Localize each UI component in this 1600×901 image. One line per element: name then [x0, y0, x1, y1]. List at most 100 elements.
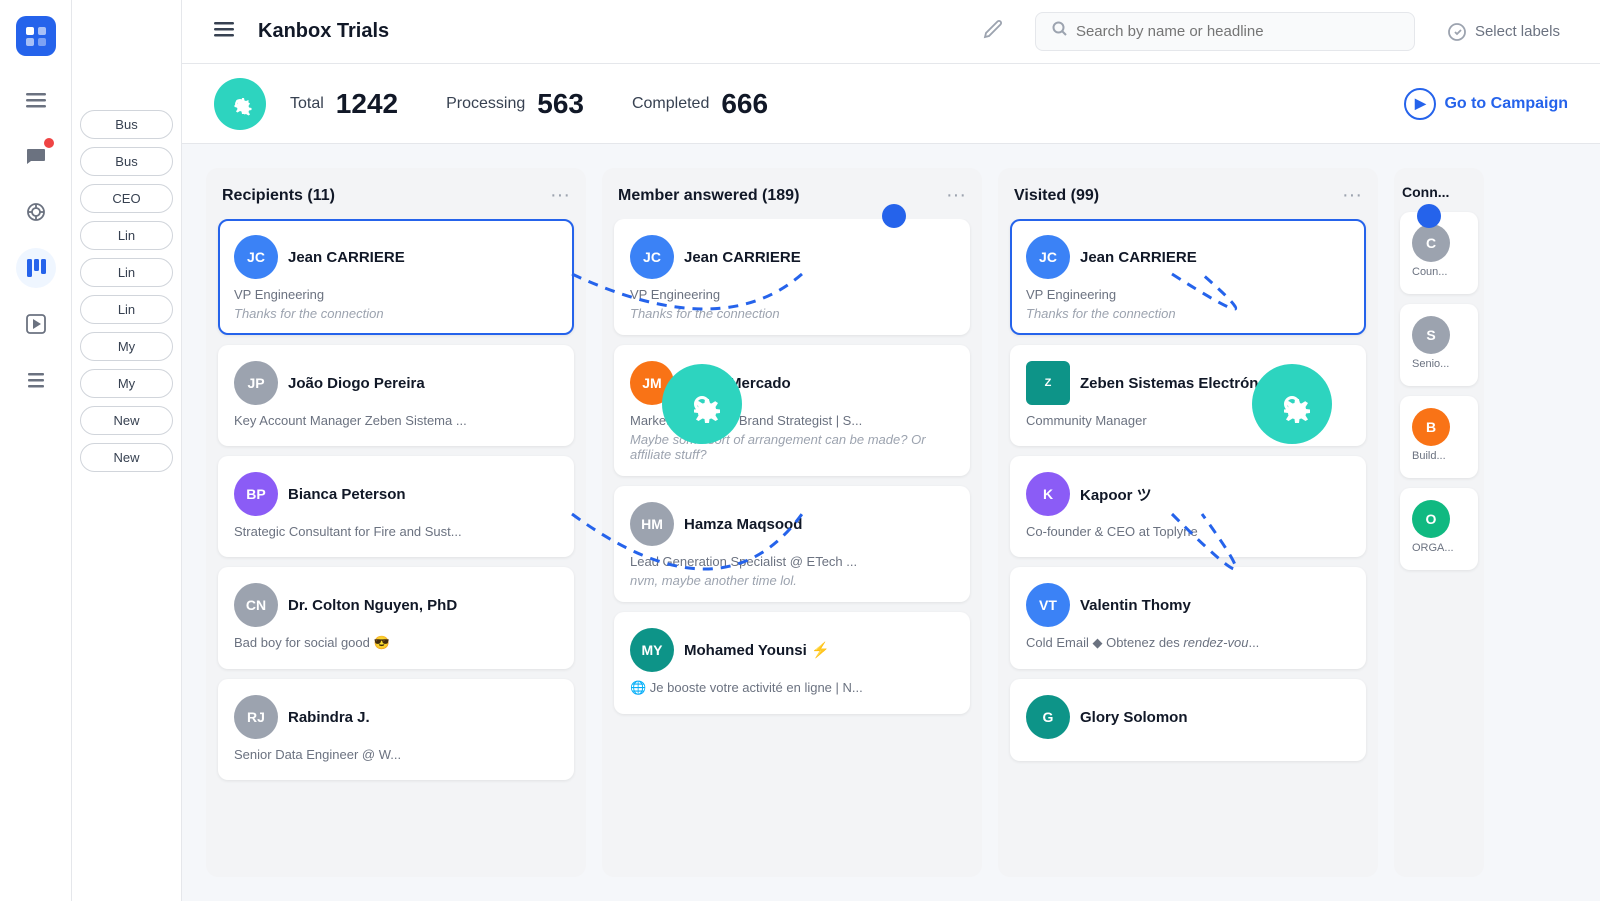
card-name-hamza: Hamza Maqsood [684, 516, 802, 533]
label-pill-my1[interactable]: My [80, 332, 173, 361]
card-name-jorge: Jorge Mercado [684, 375, 791, 392]
column-header-member-answered: Member answered (189) ··· [602, 168, 982, 219]
column-visited: Visited (99) ··· JC Jean CARRIERE VP Eng… [998, 168, 1378, 877]
card-subtitle-joao: Key Account Manager Zeben Sistema ... [234, 413, 558, 428]
card-zeben[interactable]: Z Zeben Sistemas Electrón... Community M… [1010, 345, 1366, 446]
card-jean-answered[interactable]: JC Jean CARRIERE VP Engineering Thanks f… [614, 219, 970, 335]
subtitle-conn-4: ORGA... [1412, 542, 1466, 554]
column-cards-recipients: JC Jean CARRIERE VP Engineering Thanks f… [206, 219, 586, 877]
card-conn-3[interactable]: B Build... [1400, 396, 1478, 478]
card-conn-1[interactable]: C Coun... [1400, 212, 1478, 294]
avatar-joao: JP [234, 361, 278, 405]
label-pill-lin3[interactable]: Lin [80, 295, 173, 324]
completed-label: Completed [632, 95, 709, 113]
label-pill-bus1[interactable]: Bus [80, 110, 173, 139]
card-msg-jean-recipients: Thanks for the connection [234, 306, 558, 321]
label-pill-bus2[interactable]: Bus [80, 147, 173, 176]
avatar-conn-4: O [1412, 500, 1450, 538]
card-name-mohamed: Mohamed Younsi ⚡ [684, 641, 830, 659]
card-conn-2[interactable]: S Senio... [1400, 304, 1478, 386]
search-input[interactable] [1076, 23, 1398, 40]
column-title-visited: Visited (99) [1014, 187, 1099, 205]
label-select-button[interactable]: Select labels [1431, 14, 1576, 50]
card-subtitle-valentin: Cold Email ◆ Obtenez des rendez-vou... [1026, 635, 1350, 651]
column-recipients: Recipients (11) ··· JC Jean CARRIERE VP … [206, 168, 586, 877]
avatar-bianca: BP [234, 472, 278, 516]
card-mohamed[interactable]: MY Mohamed Younsi ⚡ 🌐 Je booste votre ac… [614, 612, 970, 714]
card-subtitle-colton: Bad boy for social good 😎 [234, 635, 558, 651]
card-subtitle-bianca: Strategic Consultant for Fire and Sust..… [234, 524, 558, 539]
app-logo[interactable] [16, 16, 56, 56]
card-subtitle-kapoor: Co-founder & CEO at Toplyne [1026, 524, 1350, 539]
subtitle-conn-2: Senio... [1412, 358, 1466, 370]
column-member-answered: Member answered (189) ··· JC Jean CARRIE… [602, 168, 982, 877]
label-pill-new2[interactable]: New [80, 443, 173, 472]
total-stat: Total 1242 [290, 88, 398, 120]
processing-stat: Processing 563 [446, 88, 584, 120]
label-pill-lin2[interactable]: Lin [80, 258, 173, 287]
card-glory[interactable]: G Glory Solomon [1010, 679, 1366, 761]
sidebar-messages-icon[interactable] [16, 136, 56, 176]
search-icon [1052, 21, 1068, 42]
go-campaign-button[interactable]: ▶ Go to Campaign [1404, 88, 1568, 120]
card-name-joao: João Diogo Pereira [288, 375, 425, 392]
card-rabindra[interactable]: RJ Rabindra J. Senior Data Engineer @ W.… [218, 679, 574, 780]
topbar: Kanbox Trials Select labels [182, 0, 1600, 64]
card-valentin[interactable]: VT Valentin Thomy Cold Email ◆ Obtenez d… [1010, 567, 1366, 669]
column-menu-member-answered[interactable]: ··· [946, 184, 966, 207]
card-name-rabindra: Rabindra J. [288, 709, 370, 726]
column-title-conn: Conn... [1394, 168, 1484, 212]
sidebar-target-icon[interactable] [16, 192, 56, 232]
label-pill-lin1[interactable]: Lin [80, 221, 173, 250]
card-name-bianca: Bianca Peterson [288, 486, 406, 503]
avatar-jean-recipients: JC [234, 235, 278, 279]
stats-gear-icon[interactable] [214, 78, 266, 130]
card-subtitle-jean-recipients: VP Engineering [234, 287, 558, 302]
notification-badge [44, 138, 54, 148]
card-name-jean-recipients: Jean CARRIERE [288, 249, 405, 266]
card-kapoor[interactable]: K Kapoor ツ Co-founder & CEO at Toplyne [1010, 456, 1366, 557]
subtitle-conn-1: Coun... [1412, 266, 1466, 278]
label-pill-ceo[interactable]: CEO [80, 184, 173, 213]
card-jorge[interactable]: JM Jorge Mercado Marketing Expert | Bran… [614, 345, 970, 476]
card-conn-4[interactable]: O ORGA... [1400, 488, 1478, 570]
column-title-recipients: Recipients (11) [222, 187, 335, 205]
sidebar-play-icon[interactable] [16, 304, 56, 344]
stats-bar: Total 1242 Processing 563 Completed 666 … [182, 64, 1600, 144]
avatar-glory: G [1026, 695, 1070, 739]
column-title-member-answered: Member answered (189) [618, 187, 799, 205]
avatar-mohamed: MY [630, 628, 674, 672]
edit-icon[interactable] [983, 19, 1003, 44]
card-jean-recipients[interactable]: JC Jean CARRIERE VP Engineering Thanks f… [218, 219, 574, 335]
card-jean-visited[interactable]: JC Jean CARRIERE VP Engineering Thanks f… [1010, 219, 1366, 335]
label-pills-panel: Bus Bus CEO Lin Lin Lin My My New New [72, 0, 182, 901]
processing-label: Processing [446, 95, 525, 113]
sidebar-list-icon[interactable] [16, 360, 56, 400]
card-name-kapoor: Kapoor ツ [1080, 484, 1152, 505]
page-title: Kanbox Trials [258, 20, 967, 43]
column-header-visited: Visited (99) ··· [998, 168, 1378, 219]
column-menu-recipients[interactable]: ··· [550, 184, 570, 207]
total-label: Total [290, 95, 324, 113]
column-cards-visited: JC Jean CARRIERE VP Engineering Thanks f… [998, 219, 1378, 877]
avatar-zeben: Z [1026, 361, 1070, 405]
column-menu-visited[interactable]: ··· [1342, 184, 1362, 207]
avatar-colton: CN [234, 583, 278, 627]
card-joao[interactable]: JP João Diogo Pereira Key Account Manage… [218, 345, 574, 446]
label-pill-my2[interactable]: My [80, 369, 173, 398]
column-cards-conn: C Coun... S Senio... B Build... O ORGA..… [1394, 212, 1484, 582]
main-content: Kanbox Trials Select labels [182, 0, 1600, 901]
card-bianca[interactable]: BP Bianca Peterson Strategic Consultant … [218, 456, 574, 557]
card-msg-jorge: Maybe some sort of arrangement can be ma… [630, 432, 954, 462]
avatar-conn-2: S [1412, 316, 1450, 354]
label-pill-new1[interactable]: New [80, 406, 173, 435]
card-colton[interactable]: CN Dr. Colton Nguyen, PhD Bad boy for so… [218, 567, 574, 669]
sidebar-kanban-icon[interactable] [16, 248, 56, 288]
card-hamza[interactable]: HM Hamza Maqsood Lead Generation Special… [614, 486, 970, 602]
sidebar-menu-icon[interactable] [16, 80, 56, 120]
hamburger-button[interactable] [206, 11, 242, 53]
card-subtitle-jean-answered: VP Engineering [630, 287, 954, 302]
card-subtitle-mohamed: 🌐 Je booste votre activité en ligne | N.… [630, 680, 954, 696]
completed-stat: Completed 666 [632, 88, 768, 120]
avatar-conn-1: C [1412, 224, 1450, 262]
